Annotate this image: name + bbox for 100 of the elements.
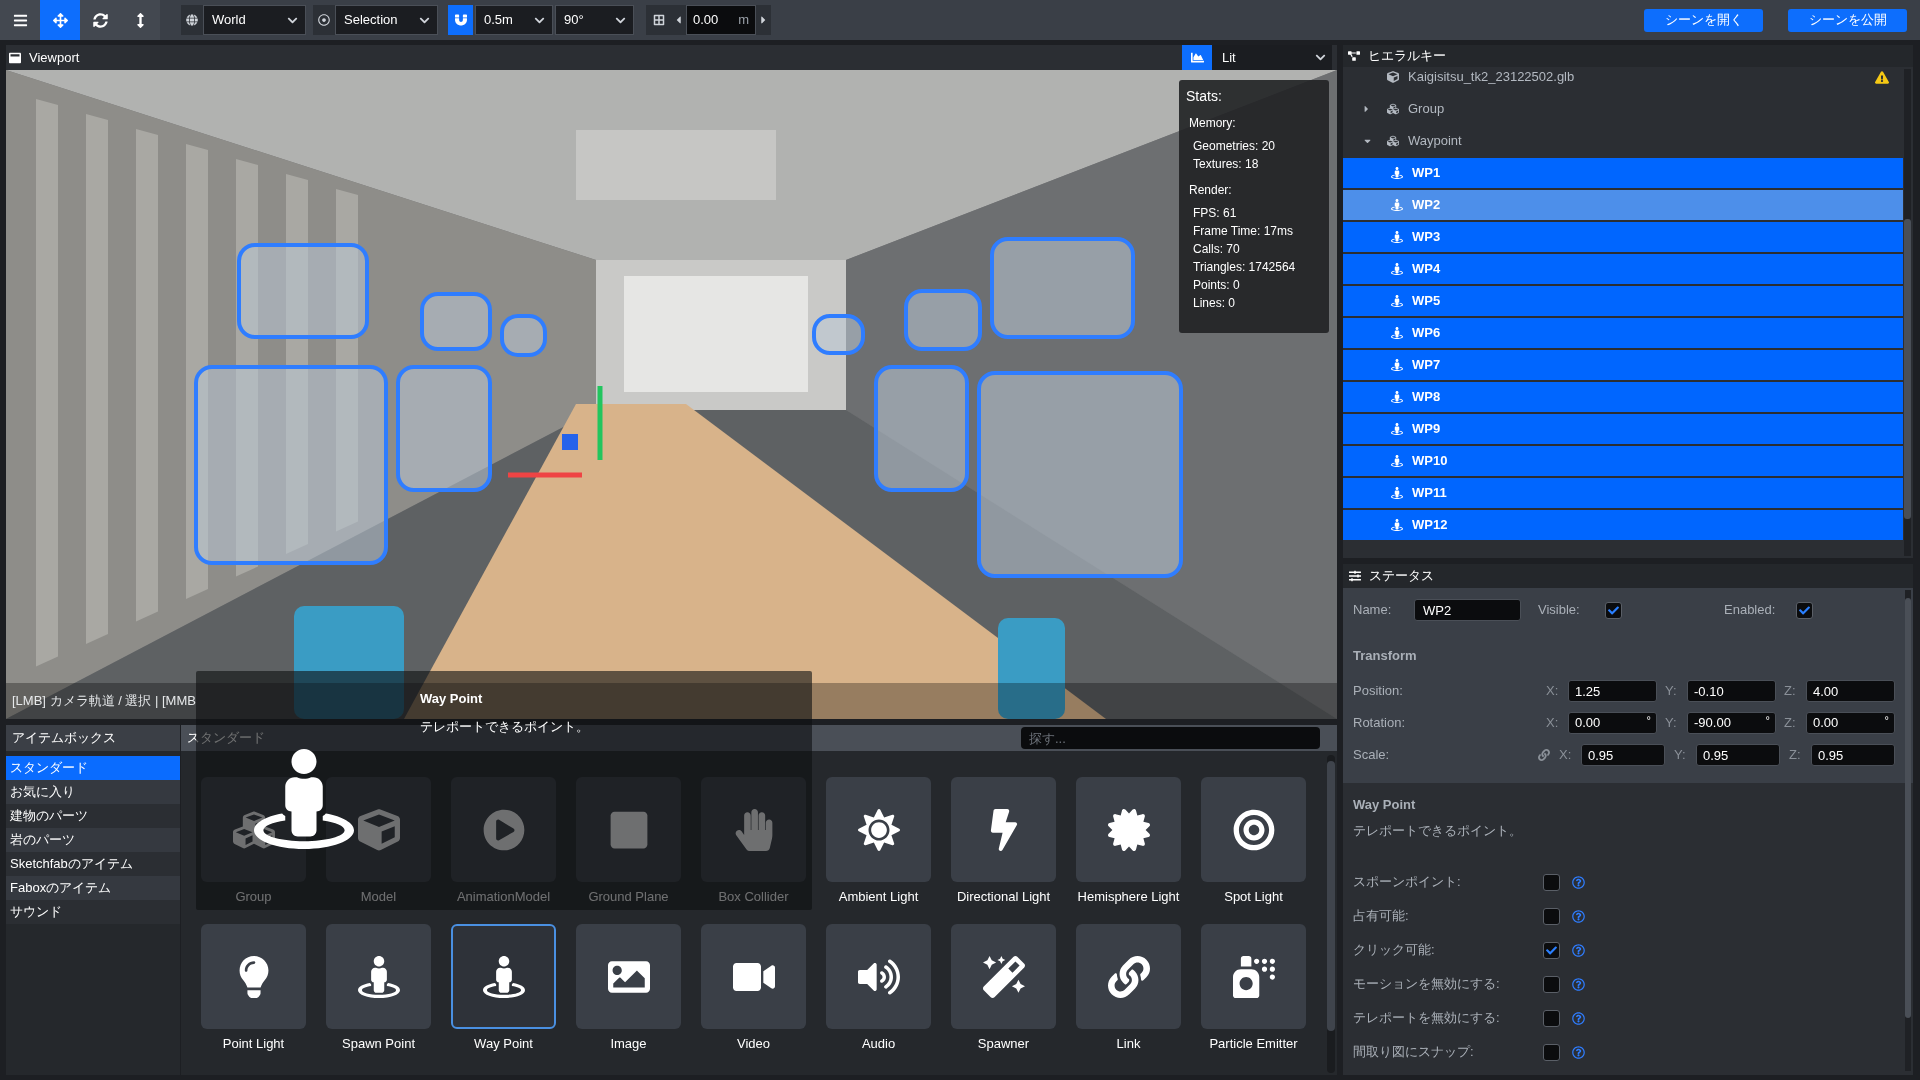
checkbox[interactable] bbox=[1543, 1043, 1560, 1061]
item-tile[interactable] bbox=[826, 777, 931, 882]
checkbox[interactable] bbox=[1796, 601, 1813, 619]
number-field[interactable]: 0.00 ° bbox=[1568, 712, 1657, 734]
tree-item[interactable]: WP11 bbox=[1343, 478, 1903, 508]
item-label: Image bbox=[609, 1035, 648, 1053]
item-tile[interactable] bbox=[951, 924, 1056, 1029]
help-icon[interactable] bbox=[1572, 909, 1585, 923]
cubes-icon bbox=[1387, 135, 1399, 147]
tree-item[interactable]: WP12 bbox=[1343, 510, 1903, 540]
cube-icon bbox=[1387, 71, 1399, 83]
checkbox[interactable] bbox=[1543, 975, 1560, 993]
help-icon[interactable] bbox=[1572, 875, 1585, 889]
publish-scene-button[interactable]: シーンを公開 bbox=[1788, 8, 1907, 32]
checkbox[interactable] bbox=[1605, 601, 1622, 619]
number-field[interactable]: -0.10 bbox=[1687, 680, 1776, 702]
category-item[interactable]: スタンダード bbox=[6, 756, 180, 780]
number-field[interactable]: 0.95 bbox=[1696, 744, 1780, 766]
item-tile[interactable] bbox=[576, 924, 681, 1029]
category-item[interactable]: Faboxのアイテム bbox=[6, 876, 180, 900]
tree-item[interactable]: Group bbox=[1343, 94, 1903, 124]
help-icon[interactable] bbox=[1572, 943, 1585, 957]
help-icon[interactable] bbox=[1572, 1045, 1585, 1059]
number-field[interactable]: 0.95 bbox=[1581, 744, 1665, 766]
checkbox[interactable] bbox=[1543, 907, 1560, 925]
item-tile[interactable] bbox=[1201, 777, 1306, 882]
degree-label: ° bbox=[1884, 713, 1889, 727]
scrollbar-thumb[interactable] bbox=[1327, 761, 1335, 1031]
item-tile[interactable] bbox=[701, 777, 806, 882]
item-tile[interactable] bbox=[576, 777, 681, 882]
number-field[interactable]: 0.00 ° bbox=[1806, 712, 1895, 734]
item-tile[interactable] bbox=[201, 924, 306, 1029]
category-item[interactable]: サウンド bbox=[6, 900, 180, 924]
number-field[interactable]: 4.00 bbox=[1806, 680, 1895, 702]
decrease-button[interactable] bbox=[671, 5, 686, 35]
axis-label: Z: bbox=[1784, 714, 1796, 733]
checkbox[interactable] bbox=[1543, 1009, 1560, 1027]
tree-item[interactable]: WP4 bbox=[1343, 254, 1903, 284]
selection-mode-dropdown[interactable]: Selection bbox=[335, 5, 438, 35]
item-tile[interactable] bbox=[1076, 777, 1181, 882]
tree-item[interactable]: Kaigisitsu_tk2_23122502.glb bbox=[1343, 67, 1903, 92]
option-label: 占有可能: bbox=[1353, 907, 1410, 926]
scrollbar-thumb[interactable] bbox=[1904, 219, 1911, 519]
person-on-ring-icon bbox=[254, 748, 354, 849]
tree-item[interactable]: Waypoint bbox=[1343, 126, 1903, 156]
tree-item[interactable]: WP5 bbox=[1343, 286, 1903, 316]
tree-item[interactable]: WP6 bbox=[1343, 318, 1903, 348]
rotate-tool-button[interactable] bbox=[80, 0, 120, 40]
item-label: AnimationModel bbox=[455, 888, 552, 906]
category-item[interactable]: お気に入り bbox=[6, 780, 180, 804]
snap-angle-dropdown[interactable]: 90° bbox=[555, 5, 634, 35]
scrollbar-track[interactable] bbox=[1904, 69, 1911, 556]
item-tile[interactable] bbox=[326, 924, 431, 1029]
item-tile[interactable] bbox=[701, 924, 806, 1029]
stats-toggle-button[interactable] bbox=[1182, 45, 1212, 70]
help-icon[interactable] bbox=[1572, 1011, 1585, 1025]
snap-toggle-button[interactable] bbox=[448, 5, 473, 35]
scrollbar-track[interactable] bbox=[1327, 755, 1335, 1073]
caret-right-icon[interactable] bbox=[1363, 104, 1370, 114]
help-icon[interactable] bbox=[1572, 977, 1585, 991]
link-icon[interactable] bbox=[1538, 749, 1550, 761]
category-item[interactable]: 建物のパーツ bbox=[6, 804, 180, 828]
snap-distance-dropdown[interactable]: 0.5m bbox=[475, 5, 553, 35]
tree-item[interactable]: WP10 bbox=[1343, 446, 1903, 476]
menu-button[interactable] bbox=[0, 0, 40, 40]
number-field[interactable]: -90.00 ° bbox=[1687, 712, 1776, 734]
item-tile[interactable] bbox=[826, 924, 931, 1029]
magic-wand-icon bbox=[982, 955, 1025, 998]
shortcut-hint: [LMB] カメラ軌道 / 選択 | [MMB bbox=[12, 692, 196, 711]
tree-item[interactable]: WP7 bbox=[1343, 350, 1903, 380]
move-tool-button[interactable] bbox=[40, 0, 80, 40]
category-item[interactable]: Sketchfabのアイテム bbox=[6, 852, 180, 876]
axis-label: Y: bbox=[1665, 714, 1677, 733]
coordinate-space-dropdown[interactable]: World bbox=[203, 5, 306, 35]
number-field[interactable]: 0.95 bbox=[1811, 744, 1895, 766]
tree-item[interactable]: WP3 bbox=[1343, 222, 1903, 252]
search-field[interactable]: 探す... bbox=[1021, 727, 1320, 749]
shading-dropdown[interactable]: Lit bbox=[1212, 45, 1332, 70]
tree-item[interactable]: WP8 bbox=[1343, 382, 1903, 412]
item-tile[interactable] bbox=[326, 777, 431, 882]
number-field[interactable]: 1.25 bbox=[1568, 680, 1657, 702]
increase-button[interactable] bbox=[756, 5, 771, 35]
item-tile[interactable] bbox=[451, 777, 556, 882]
tree-item[interactable]: WP9 bbox=[1343, 414, 1903, 444]
name-field[interactable]: WP2 bbox=[1414, 599, 1521, 621]
person-on-ring-icon bbox=[1391, 295, 1403, 307]
checkbox[interactable] bbox=[1543, 873, 1560, 891]
scale-tool-button[interactable] bbox=[120, 0, 160, 40]
grid-size-field[interactable]: 0.00 m bbox=[686, 5, 756, 35]
item-tile[interactable] bbox=[1201, 924, 1306, 1029]
category-item[interactable]: 岩のパーツ bbox=[6, 828, 180, 852]
item-tile[interactable] bbox=[951, 777, 1056, 882]
tree-item[interactable]: WP1 bbox=[1343, 158, 1903, 188]
person-on-ring-icon bbox=[357, 955, 400, 998]
open-scene-button[interactable]: シーンを開く bbox=[1644, 8, 1763, 32]
item-label: Link bbox=[1115, 1035, 1142, 1053]
item-tile[interactable] bbox=[451, 924, 556, 1029]
tree-diagram-icon bbox=[1348, 50, 1360, 62]
item-tile[interactable] bbox=[1076, 924, 1181, 1029]
checkbox[interactable] bbox=[1543, 941, 1560, 959]
